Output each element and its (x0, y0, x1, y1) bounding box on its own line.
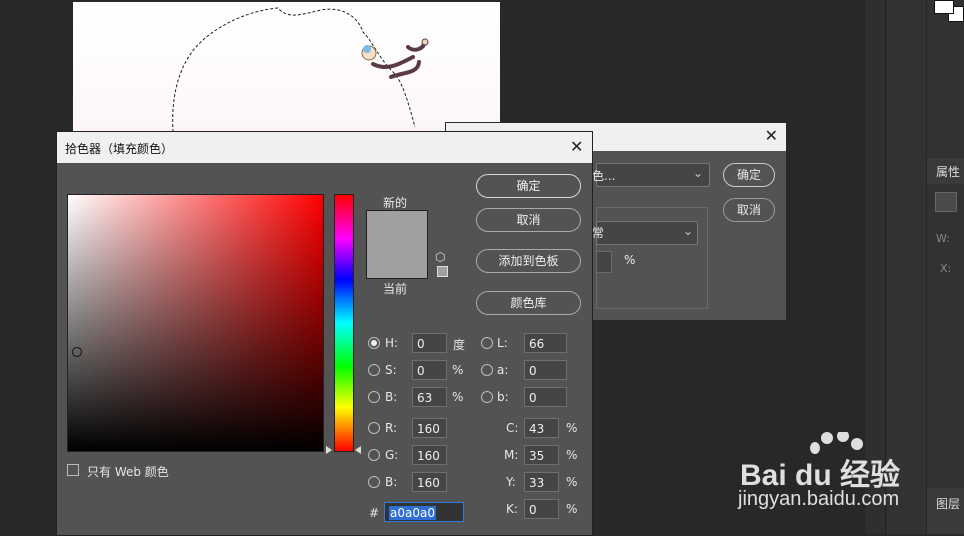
fill-opacity-input[interactable] (596, 251, 612, 273)
brightness-label: B: (385, 390, 398, 404)
hue-slider-right-arrow[interactable] (355, 446, 361, 454)
properties-panel-label: 属性 (936, 165, 961, 179)
out-of-gamut-cube-icon[interactable]: ⬡ (435, 250, 445, 264)
lab-b-input[interactable]: 0 (524, 387, 567, 407)
fill-mode-select[interactable]: ⌄ (596, 221, 698, 245)
chevron-down-icon: ⌄ (693, 166, 704, 180)
cyan-input[interactable]: 43 (524, 418, 559, 438)
color-field[interactable] (67, 194, 324, 452)
green-label: G: (385, 448, 399, 462)
lab-l-input[interactable]: 66 (524, 333, 567, 353)
magenta-input[interactable]: 35 (524, 445, 559, 465)
current-color-label: 当前 (383, 282, 408, 296)
lab-a-radio[interactable] (481, 364, 493, 376)
percent-unit: % (452, 390, 464, 404)
lab-a-input[interactable]: 0 (524, 360, 567, 380)
percent-unit: % (566, 448, 578, 462)
cancel-button[interactable]: 取消 (476, 208, 581, 232)
magenta-label: M: (504, 448, 519, 462)
green-input[interactable]: 160 (412, 445, 447, 465)
color-libraries-button[interactable]: 颜色库 (476, 291, 581, 315)
web-colors-only-label: 只有 Web 颜色 (87, 465, 169, 479)
chevron-down-icon: ⌄ (683, 224, 694, 238)
web-colors-only-checkbox[interactable] (67, 464, 79, 476)
x-label: X: (940, 262, 952, 275)
red-input[interactable]: 160 (412, 418, 447, 438)
yellow-label: Y: (506, 475, 516, 489)
brightness-radio[interactable] (368, 391, 380, 403)
blue-label: B: (385, 475, 398, 489)
fill-contents-value: 色... (592, 169, 616, 183)
cartoon-figure-icon (361, 38, 429, 79)
color-field-cursor[interactable] (72, 347, 82, 357)
blue-input[interactable]: 160 (412, 472, 447, 492)
fill-cancel-button[interactable]: 取消 (723, 198, 775, 222)
percent-unit: % (566, 502, 578, 516)
saturation-input[interactable]: 0 (412, 360, 447, 380)
brightness-input[interactable]: 63 (412, 387, 447, 407)
ok-button[interactable]: 确定 (476, 174, 581, 198)
cyan-label: C: (506, 421, 519, 435)
percent-unit: % (566, 475, 578, 489)
blue-radio[interactable] (368, 476, 380, 488)
color-picker-titlebar[interactable]: 拾色器（填充颜色） ✕ (57, 132, 592, 163)
add-to-swatches-button[interactable]: 添加到色板 (476, 249, 581, 273)
image-icon[interactable] (935, 192, 957, 212)
panel-divider (926, 0, 927, 534)
hex-prefix: # (369, 506, 380, 520)
width-label: W: (936, 232, 950, 245)
lab-l-label: L: (497, 336, 508, 350)
close-icon[interactable]: ✕ (765, 126, 778, 145)
new-color-swatch (366, 210, 428, 245)
saturation-radio[interactable] (368, 364, 380, 376)
close-icon[interactable]: ✕ (570, 137, 583, 156)
lab-b-label: b: (497, 390, 509, 404)
hue-slider[interactable] (334, 194, 354, 452)
lab-l-radio[interactable] (481, 337, 493, 349)
hue-label: H: (385, 336, 399, 350)
black-input[interactable]: 0 (524, 499, 559, 519)
new-color-label: 新的 (383, 196, 408, 210)
current-color-swatch[interactable] (366, 244, 428, 279)
yellow-input[interactable]: 33 (524, 472, 559, 492)
fill-mode-value: 常 (592, 226, 605, 240)
hue-input[interactable]: 0 (412, 333, 447, 353)
hex-value: a0a0a0 (389, 506, 436, 520)
green-radio[interactable] (368, 449, 380, 461)
saturation-label: S: (385, 363, 397, 377)
layers-panel-label: 图层 (936, 497, 961, 511)
percent-unit: % (452, 363, 464, 377)
lab-a-label: a: (497, 363, 509, 377)
watermark-url: jingyan.baidu.com (738, 488, 900, 510)
degree-unit: 度 (453, 338, 466, 352)
color-picker-dialog: 拾色器（填充颜色） ✕ 新的 当前 ⬡ 确定 取消 添加到色板 颜色库 H: 0… (56, 131, 593, 536)
hue-slider-left-arrow[interactable] (326, 446, 332, 454)
percent-unit: % (566, 421, 578, 435)
black-label: K: (506, 502, 518, 516)
red-radio[interactable] (368, 422, 380, 434)
fill-ok-button[interactable]: 确定 (723, 163, 775, 187)
hue-radio[interactable] (368, 337, 380, 349)
red-label: R: (385, 421, 398, 435)
hex-input[interactable]: a0a0a0 (384, 502, 464, 522)
web-safe-swatch-icon[interactable] (437, 266, 448, 277)
foreground-color-swatch[interactable] (934, 0, 954, 14)
lab-b-radio[interactable] (481, 391, 493, 403)
color-picker-title: 拾色器（填充颜色） (65, 142, 174, 156)
percent-label: % (624, 253, 636, 267)
